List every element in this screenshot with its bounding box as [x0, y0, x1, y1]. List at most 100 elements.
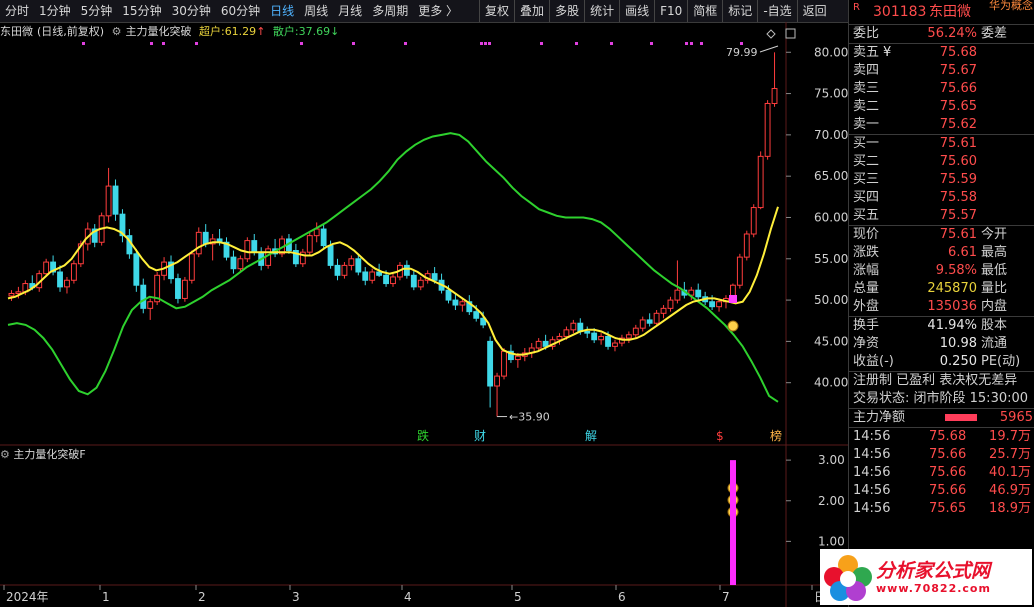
period-7[interactable]: 周线	[299, 0, 333, 22]
flower-logo-icon	[824, 555, 872, 601]
period-0[interactable]: 分时	[0, 0, 34, 22]
tick-volume: 46.9万	[989, 483, 1031, 498]
time-tick-label: 3	[292, 590, 300, 604]
price-tick-label: 80.00	[814, 45, 848, 59]
candle-body	[410, 274, 417, 288]
period-2[interactable]: 5分钟	[76, 0, 118, 22]
action-8[interactable]: -自选	[757, 0, 796, 22]
candle-body	[514, 355, 521, 361]
event-marker[interactable]: 财	[474, 429, 486, 443]
high-annotation: 79.99	[726, 46, 758, 59]
candle-body	[8, 292, 15, 297]
period-1[interactable]: 1分钟	[34, 0, 76, 22]
candle-body	[251, 240, 258, 253]
indicator-name[interactable]: 主力量化突破	[125, 25, 191, 38]
stat2-label2: PE(动)	[981, 354, 1021, 369]
candle-body	[230, 256, 237, 270]
candle-body	[709, 301, 716, 308]
diamond-icon[interactable]	[766, 29, 776, 39]
action-3[interactable]: 统计	[584, 0, 619, 22]
quote-panel: R 301183 东田微 华为概念 委比 56.24% 委差 卖五 ¥ 75.6…	[848, 0, 1034, 607]
period-5[interactable]: 60分钟	[216, 0, 265, 22]
period-9[interactable]: 多周期	[367, 0, 413, 22]
bid-row[interactable]: 买一 75.61	[849, 135, 1034, 153]
kline-chart[interactable]: 80.00 75.00 70.00 65.00 60.00 55.00 50.00 45.00…	[0, 22, 848, 607]
tick-time: 14:56	[853, 465, 891, 480]
candle-body	[195, 231, 202, 255]
candle-body	[112, 185, 119, 215]
watermark-url: www.70822.com	[876, 581, 991, 595]
period-3[interactable]: 15分钟	[117, 0, 166, 22]
reg-text: 注册制 已盈利 表决权无差异	[853, 373, 1018, 388]
sub-gear-icon[interactable]: ⚙	[0, 448, 10, 461]
candle-body	[445, 289, 452, 301]
sub-indicator-name[interactable]: 主力量化突破F	[13, 448, 85, 461]
stat2-label2: 股本	[981, 318, 1008, 333]
bid-row[interactable]: 买三 75.59	[849, 171, 1034, 189]
candle-body	[140, 284, 147, 309]
action-0[interactable]: 复权	[479, 0, 514, 22]
event-marker[interactable]: 跌	[417, 428, 429, 443]
candle-body	[459, 301, 466, 306]
concept-tag[interactable]: 华为概念	[989, 0, 1033, 14]
candle-body	[653, 312, 660, 324]
ask-row[interactable]: 卖一 75.62	[849, 116, 1034, 134]
tick-time: 14:56	[853, 429, 891, 444]
ask-row[interactable]: 卖四 75.67	[849, 62, 1034, 80]
ask-price: 75.67	[939, 63, 977, 78]
period-10[interactable]: 更多 〉	[413, 0, 463, 22]
signal-dot	[685, 42, 688, 45]
action-5[interactable]: F10	[654, 0, 687, 22]
r-badge: R	[853, 2, 860, 13]
stat2-value: 10.98	[939, 336, 977, 351]
tick-price: 75.65	[929, 501, 967, 516]
tick-row: 14:56 75.68 19.7万	[849, 428, 1034, 446]
signal-dot	[300, 42, 303, 45]
action-7[interactable]: 标记	[722, 0, 757, 22]
signal-dot	[484, 42, 487, 45]
ask-row[interactable]: 卖三 75.66	[849, 80, 1034, 98]
adjust-mode: (日线,前复权)	[37, 25, 105, 38]
period-6[interactable]: 日线	[265, 0, 299, 22]
time-tick-label: 7	[722, 590, 730, 604]
candle-body	[771, 88, 778, 104]
signal-dot	[575, 42, 578, 45]
candle-body	[431, 273, 438, 281]
bid-row[interactable]: 买二 75.60	[849, 153, 1034, 171]
action-2[interactable]: 多股	[549, 0, 584, 22]
bid-row[interactable]: 买四 75.58	[849, 189, 1034, 207]
signal-dot	[352, 42, 355, 45]
period-4[interactable]: 30分钟	[167, 0, 216, 22]
candle-body	[570, 322, 577, 331]
action-6[interactable]: 简框	[687, 0, 722, 22]
ask-row[interactable]: 卖五 ¥ 75.68	[849, 44, 1034, 62]
price-tick-label: 50.00	[814, 293, 848, 307]
quote-header: R 301183 东田微 华为概念	[849, 0, 1034, 24]
event-marker[interactable]: 榜	[770, 428, 782, 443]
candle-body	[674, 289, 681, 301]
event-marker[interactable]: $	[716, 429, 724, 443]
signal-dot	[195, 42, 198, 45]
high-arrow	[759, 45, 779, 53]
indicator-gear-icon[interactable]: ⚙	[112, 25, 122, 38]
event-marker[interactable]: 解	[585, 429, 597, 443]
signal-bar	[730, 460, 736, 585]
period-8[interactable]: 月线	[333, 0, 367, 22]
action-1[interactable]: 叠加	[514, 0, 549, 22]
bid-row[interactable]: 买五 75.57	[849, 207, 1034, 225]
candle-body	[625, 334, 632, 339]
ratio-label: 委比	[853, 26, 880, 41]
ask-row[interactable]: 卖二 75.65	[849, 98, 1034, 116]
action-9[interactable]: 返回	[796, 0, 832, 22]
action-4[interactable]: 画线	[619, 0, 654, 22]
tick-price: 75.66	[929, 465, 967, 480]
signal-dot	[540, 42, 543, 45]
candle-body	[660, 307, 667, 314]
candle-body	[639, 319, 646, 329]
window-icon[interactable]	[785, 28, 796, 39]
quote-stats: 现价 75.61 今开 涨跌 6.61 最高 涨幅 9.58% 最低 总量 24…	[849, 225, 1034, 316]
tick-row: 14:56 75.66 25.7万	[849, 446, 1034, 464]
bid-price: 75.57	[939, 208, 977, 223]
candle-body	[376, 271, 383, 276]
candle-body	[716, 301, 722, 308]
